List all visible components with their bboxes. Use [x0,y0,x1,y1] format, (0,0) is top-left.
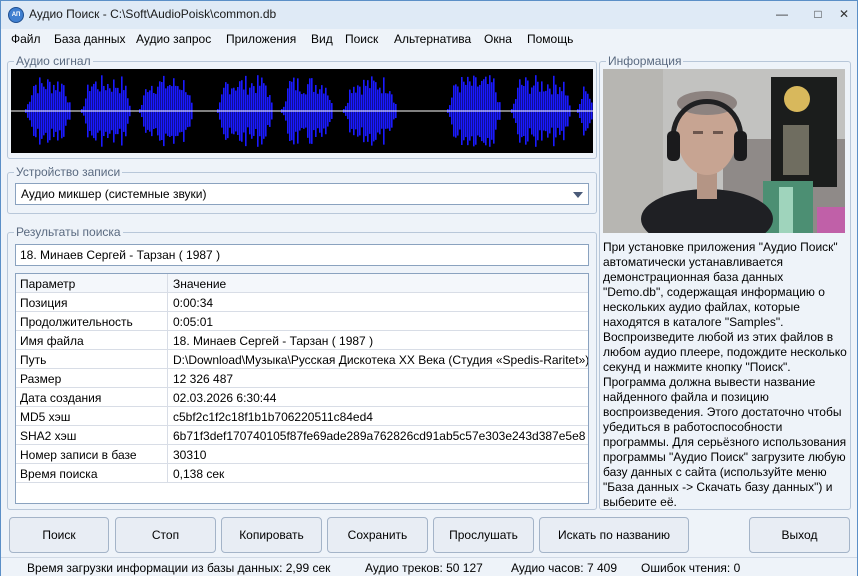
value-cell: 02.03.2026 6:30:44 [173,391,277,405]
table-row[interactable]: MD5 хэш c5bf2c1f2c18f1b1b706220511c84ed4 [16,407,588,426]
listen-button[interactable]: Прослушать [433,517,534,553]
value-cell: 0:05:01 [173,315,214,329]
value-cell: c5bf2c1f2c18f1b1b706220511c84ed4 [173,410,373,424]
results-table[interactable]: Параметр Значение Позиция 0:00:34 Продол… [15,273,589,504]
param-cell: Продолжительность [16,312,168,331]
param-cell: Имя файла [16,331,168,350]
search-by-name-button[interactable]: Искать по названию [539,517,689,553]
column-header-value[interactable]: Значение [169,274,588,293]
param-cell: SHA2 хэш [16,426,168,445]
info-label: Информация [606,54,684,68]
param-cell: Время поиска [16,464,168,483]
stop-button[interactable]: Стоп [115,517,216,553]
status-hours: Аудио часов: 7 409 [511,561,617,575]
table-row[interactable]: Имя файла 18. Минаев Сергей - Тарзан ( 1… [16,331,588,350]
table-row[interactable]: Позиция 0:00:34 [16,293,588,312]
app-window: АП Аудио Поиск - C:\Soft\AudioPoisk\comm… [0,0,858,576]
table-header: Параметр Значение [16,274,588,293]
value-cell: 0,138 сек [173,467,225,481]
found-track-text: 18. Минаев Сергей - Тарзан ( 1987 ) [20,248,221,262]
menu-applications[interactable]: Приложения [226,32,296,46]
value-cell: 6b71f3def170740105f87fe69ade289a762826cd… [173,429,586,443]
audio-waveform [11,69,593,153]
menu-view[interactable]: Вид [311,32,333,46]
table-row[interactable]: Номер записи в базе 30310 [16,445,588,464]
save-button[interactable]: Сохранить [327,517,428,553]
column-header-parameter[interactable]: Параметр [16,274,168,293]
value-cell: 12 326 487 [173,372,234,386]
table-row[interactable]: SHA2 хэш 6b71f3def170740105f87fe69ade289… [16,426,588,445]
menu-database[interactable]: База данных [54,32,125,46]
exit-button[interactable]: Выход [749,517,850,553]
close-icon[interactable]: ✕ [833,5,855,23]
copy-button[interactable]: Копировать [221,517,322,553]
status-bar: Время загрузки информации из базы данных… [1,557,857,576]
param-cell: MD5 хэш [16,407,168,426]
window-title: Аудио Поиск - C:\Soft\AudioPoisk\common.… [29,7,277,21]
param-cell: Номер записи в базе [16,445,168,464]
app-logo-icon: АП [8,7,24,23]
title-bar[interactable]: АП Аудио Поиск - C:\Soft\AudioPoisk\comm… [1,1,857,29]
param-cell: Размер [16,369,168,388]
menu-alternative[interactable]: Альтернатива [394,32,471,46]
search-button[interactable]: Поиск [9,517,109,553]
table-row[interactable]: Продолжительность 0:05:01 [16,312,588,331]
menu-file[interactable]: Файл [11,32,41,46]
menu-help[interactable]: Помощь [527,32,573,46]
results-label: Результаты поиска [14,225,123,239]
value-cell: 30310 [173,448,207,462]
table-row[interactable]: Размер 12 326 487 [16,369,588,388]
record-device-select[interactable]: Аудио микшер (системные звуки) [15,183,589,205]
status-read-errors: Ошибок чтения: 0 [641,561,741,575]
menu-bar: Файл База данных Аудио запрос Приложения… [1,29,857,49]
table-row[interactable]: Дата создания 02.03.2026 6:30:44 [16,388,588,407]
status-load-time: Время загрузки информации из базы данных… [27,561,331,575]
minimize-icon[interactable]: — [771,5,793,23]
menu-search[interactable]: Поиск [345,32,378,46]
value-cell: 18. Минаев Сергей - Тарзан ( 1987 ) [173,334,374,348]
menu-windows[interactable]: Окна [484,32,512,46]
param-cell: Дата создания [16,388,168,407]
value-cell: 0:00:34 [173,296,214,310]
table-row[interactable]: Время поиска 0,138 сек [16,464,588,483]
record-device-value: Аудио микшер (системные звуки) [21,187,207,201]
value-cell: D:\Download\Музыка\Русская Дискотека XX … [173,353,588,367]
param-cell: Путь [16,350,168,369]
dropdown-arrow-icon[interactable] [573,192,583,198]
audio-signal-label: Аудио сигнал [14,54,93,68]
status-track-count: Аудио треков: 50 127 [365,561,483,575]
info-description: При установке приложения "Аудио Поиск" а… [603,240,847,506]
found-track-field[interactable]: 18. Минаев Сергей - Тарзан ( 1987 ) [15,244,589,266]
maximize-icon[interactable]: □ [807,5,829,23]
table-row[interactable]: Путь D:\Download\Музыка\Русская Дискотек… [16,350,588,369]
webcam-photo [603,69,845,233]
record-device-label: Устройство записи [14,165,123,179]
param-cell: Позиция [16,293,168,312]
menu-audio-query[interactable]: Аудио запрос [136,32,211,46]
